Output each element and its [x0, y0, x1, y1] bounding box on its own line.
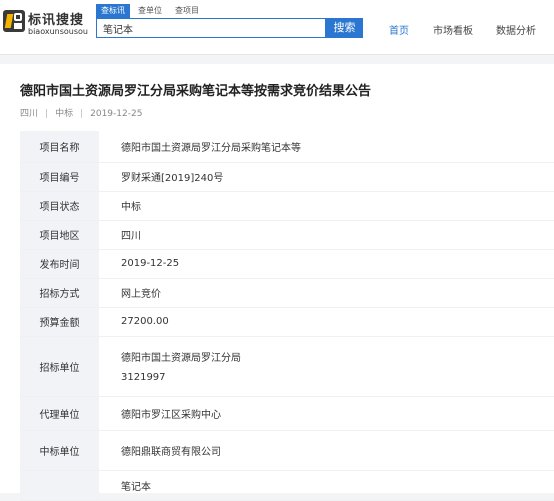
- tenderer-code: 3121997: [121, 372, 166, 383]
- row-label: 招标方式: [20, 278, 99, 308]
- meta-date: 2019-12-25: [90, 109, 143, 119]
- table-row: 发布时间 2019-12-25: [20, 249, 554, 279]
- row-value: 德阳市国土资源局罗江分局采购笔记本等: [99, 131, 554, 163]
- row-label: 招标单位: [20, 336, 99, 397]
- table-row: 代理单位 德阳市罗江区采购中心: [20, 396, 554, 431]
- row-value: 2019-12-25: [99, 249, 554, 279]
- row-label: 发布时间: [20, 249, 99, 279]
- search-tab-danwei[interactable]: 查单位: [133, 4, 167, 18]
- notice-meta: 四川 | 中标 | 2019-12-25: [20, 109, 143, 119]
- row-label: 代理单位: [20, 396, 99, 431]
- nav-item-data-analysis[interactable]: 数据分析: [496, 22, 536, 37]
- search-box: [96, 18, 329, 38]
- row-value: 德阳市罗江区采购中心: [99, 396, 554, 431]
- row-label: 项目地区: [20, 220, 99, 250]
- table-row: 项目地区 四川: [20, 220, 554, 250]
- table-row: 招标方式 网上竞价: [20, 278, 554, 308]
- tenderer-name: 德阳市国土资源局罗江分局: [121, 353, 241, 364]
- row-value: 四川: [99, 220, 554, 250]
- table-row: 预算金额 27200.00: [20, 307, 554, 337]
- search-tab-biaoxun[interactable]: 查标讯: [96, 4, 130, 18]
- logo-subtitle: biaoxunsousou: [28, 27, 88, 36]
- details-table: 项目名称 德阳市国土资源局罗江分局采购笔记本等 项目编号 罗财采通[2019]2…: [20, 131, 554, 501]
- meta-region: 四川: [20, 109, 39, 119]
- header: 标讯搜搜 biaoxunsousou 查标讯 查单位 查项目 搜索 首页 市场看…: [0, 0, 554, 55]
- table-row: 项目名称 德阳市国土资源局罗江分局采购笔记本等: [20, 131, 554, 163]
- row-label: 预算金额: [20, 307, 99, 337]
- row-label: 项目名称: [20, 131, 99, 163]
- row-label: [20, 470, 99, 501]
- row-label: 中标单位: [20, 430, 99, 471]
- search-button[interactable]: 搜索: [326, 18, 363, 38]
- row-value: 德阳鼎联商贸有限公司: [99, 430, 554, 471]
- row-value: 笔记本: [99, 470, 554, 501]
- search-tab-xiangmu[interactable]: 查项目: [170, 4, 204, 18]
- row-label: 项目状态: [20, 191, 99, 221]
- table-row: 项目编号 罗财采通[2019]240号: [20, 162, 554, 192]
- table-row: 中标单位 德阳鼎联商贸有限公司: [20, 430, 554, 471]
- table-row: 项目状态 中标: [20, 191, 554, 221]
- search-input[interactable]: [97, 19, 329, 37]
- nav-item-home[interactable]: 首页: [389, 22, 409, 37]
- page-title: 德阳市国土资源局罗江分局采购笔记本等按需求竞价结果公告: [20, 84, 372, 99]
- logo-title[interactable]: 标讯搜搜: [28, 9, 84, 28]
- row-value: 中标: [99, 191, 554, 221]
- main-content: 德阳市国土资源局罗江分局采购笔记本等按需求竞价结果公告 四川 | 中标 | 2019-1…: [0, 64, 554, 501]
- row-value: 罗财采通[2019]240号: [99, 162, 554, 192]
- row-value: 网上竞价: [99, 278, 554, 308]
- table-row: 招标单位 德阳市国土资源局罗江分局 3121997: [20, 336, 554, 397]
- row-label: 项目编号: [20, 162, 99, 192]
- nav-item-market-board[interactable]: 市场看板: [433, 22, 473, 37]
- row-value: 德阳市国土资源局罗江分局 3121997: [99, 336, 554, 397]
- meta-status: 中标: [55, 109, 74, 119]
- logo-icon[interactable]: [3, 10, 25, 32]
- row-value: 27200.00: [99, 307, 554, 337]
- table-row: 笔记本: [20, 470, 554, 501]
